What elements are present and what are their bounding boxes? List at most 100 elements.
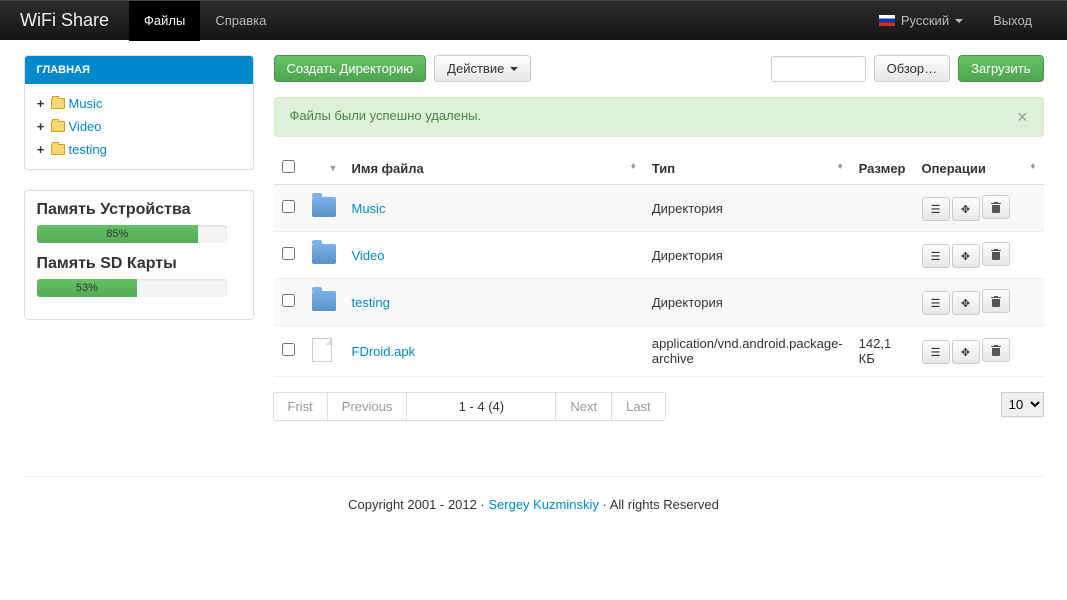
tree-link[interactable]: Music — [69, 96, 103, 111]
caret-down-icon — [510, 67, 518, 71]
sort-icon: ♦ — [631, 161, 636, 172]
files-table: ▾ Имя файла♦ Тип♦ Размер Операции♦ Music… — [274, 152, 1044, 377]
tree-header: ГЛАВНАЯ — [25, 56, 253, 84]
row-checkbox[interactable] — [282, 343, 295, 356]
col-ops[interactable]: Операции♦ — [914, 152, 1044, 185]
table-row: FDroid.apk application/vnd.android.packag… — [274, 326, 1044, 377]
upload-file-input[interactable] — [771, 56, 866, 82]
tree-link[interactable]: Video — [69, 119, 102, 134]
folder-icon — [51, 144, 65, 155]
action-label: Действие — [447, 61, 504, 76]
move-button[interactable]: ✥ — [952, 244, 980, 268]
delete-button[interactable] — [982, 289, 1010, 313]
tree-panel: ГЛАВНАЯ + Music + Video + testing — [24, 55, 254, 170]
delete-button[interactable] — [982, 338, 1010, 362]
sort-icon[interactable]: ▾ — [330, 163, 335, 174]
file-size: 142,1 КБ — [851, 326, 914, 377]
device-storage-label: Память Устройства — [37, 201, 241, 219]
table-row: testing Директория ☰✥ — [274, 279, 1044, 326]
main-content: Создать Директорию Действие Обзор… Загру… — [274, 55, 1044, 421]
first-page-button[interactable]: Frist — [273, 392, 328, 421]
flag-ru-icon — [879, 15, 895, 26]
brand: WiFi Share — [20, 10, 129, 31]
device-storage-bar: 85% — [37, 225, 227, 243]
navbar: WiFi Share Файлы Справка Русский Выход — [0, 0, 1067, 40]
col-type[interactable]: Тип♦ — [644, 152, 851, 185]
move-button[interactable]: ✥ — [952, 340, 980, 364]
success-alert: Файлы были успешно удалены. × — [274, 97, 1044, 137]
expand-icon[interactable]: + — [35, 96, 47, 111]
previous-page-button[interactable]: Previous — [327, 392, 408, 421]
file-name-link[interactable]: testing — [352, 295, 390, 310]
tree-item[interactable]: + Video — [35, 115, 243, 138]
col-size[interactable]: Размер — [851, 152, 914, 185]
folder-icon — [51, 121, 65, 132]
file-type: Директория — [644, 232, 851, 279]
tree-link[interactable]: testing — [69, 142, 107, 157]
device-storage-fill: 85% — [37, 225, 199, 243]
file-size — [851, 185, 914, 232]
row-checkbox[interactable] — [282, 200, 295, 213]
file-name-link[interactable]: FDroid.apk — [352, 344, 416, 359]
file-type: application/vnd.android.package-archive — [644, 326, 851, 377]
nav-help[interactable]: Справка — [200, 1, 281, 41]
create-directory-button[interactable]: Создать Директорию — [274, 55, 427, 82]
nav-files[interactable]: Файлы — [129, 1, 200, 41]
page-size-select[interactable]: 10 — [1001, 392, 1044, 421]
logout-link[interactable]: Выход — [978, 1, 1047, 41]
sd-storage-fill: 53% — [37, 279, 138, 297]
browse-button[interactable]: Обзор… — [874, 55, 951, 82]
page-info: 1 - 4 (4) — [406, 392, 556, 421]
folder-icon — [51, 98, 65, 109]
table-row: Video Директория ☰✥ — [274, 232, 1044, 279]
directory-icon — [312, 291, 336, 311]
directory-icon — [312, 244, 336, 264]
list-button[interactable]: ☰ — [922, 340, 950, 364]
file-name-link[interactable]: Video — [352, 248, 385, 263]
pagination: Frist Previous 1 - 4 (4) Next Last 10 — [274, 392, 1044, 421]
author-link[interactable]: Sergey Kuzminskiy — [488, 497, 599, 512]
tree-item[interactable]: + testing — [35, 138, 243, 161]
upload-button[interactable]: Загрузить — [958, 55, 1043, 82]
move-button[interactable]: ✥ — [952, 291, 980, 315]
sidebar: ГЛАВНАЯ + Music + Video + testing Память Устр… — [24, 55, 254, 421]
list-button[interactable]: ☰ — [922, 197, 950, 221]
rights-text: · All rights Reserved — [599, 497, 719, 512]
file-name-link[interactable]: Music — [352, 201, 386, 216]
sort-icon: ♦ — [1030, 161, 1035, 172]
action-dropdown[interactable]: Действие — [434, 55, 531, 82]
expand-icon[interactable]: + — [35, 142, 47, 157]
directory-icon — [312, 197, 336, 217]
delete-button[interactable] — [982, 242, 1010, 266]
alert-message: Файлы были успешно удалены. — [290, 108, 482, 126]
table-row: Music Директория ☰✥ — [274, 185, 1044, 232]
footer: Copyright 2001 - 2012 · Sergey Kuzminski… — [24, 476, 1044, 532]
caret-down-icon — [955, 19, 963, 23]
file-icon — [312, 338, 332, 362]
file-size — [851, 232, 914, 279]
file-size — [851, 279, 914, 326]
move-button[interactable]: ✥ — [952, 197, 980, 221]
select-all-checkbox[interactable] — [282, 160, 295, 173]
sd-storage-bar: 53% — [37, 279, 227, 297]
delete-button[interactable] — [982, 195, 1010, 219]
list-button[interactable]: ☰ — [922, 244, 950, 268]
expand-icon[interactable]: + — [35, 119, 47, 134]
language-label: Русский — [901, 13, 949, 28]
sort-icon: ♦ — [838, 161, 843, 172]
close-alert-button[interactable]: × — [1017, 108, 1028, 126]
last-page-button[interactable]: Last — [611, 392, 666, 421]
col-name[interactable]: Имя файла♦ — [344, 152, 644, 185]
file-type: Директория — [644, 279, 851, 326]
next-page-button[interactable]: Next — [555, 392, 612, 421]
toolbar: Создать Директорию Действие Обзор… Загру… — [274, 55, 1044, 82]
file-type: Директория — [644, 185, 851, 232]
sd-storage-label: Память SD Карты — [37, 255, 241, 273]
language-selector[interactable]: Русский — [864, 1, 978, 41]
tree-item[interactable]: + Music — [35, 92, 243, 115]
list-button[interactable]: ☰ — [922, 291, 950, 315]
copyright-text: Copyright 2001 - 2012 · — [348, 497, 488, 512]
row-checkbox[interactable] — [282, 294, 295, 307]
row-checkbox[interactable] — [282, 247, 295, 260]
storage-panel: Память Устройства 85% Память SD Карты 53… — [24, 190, 254, 320]
